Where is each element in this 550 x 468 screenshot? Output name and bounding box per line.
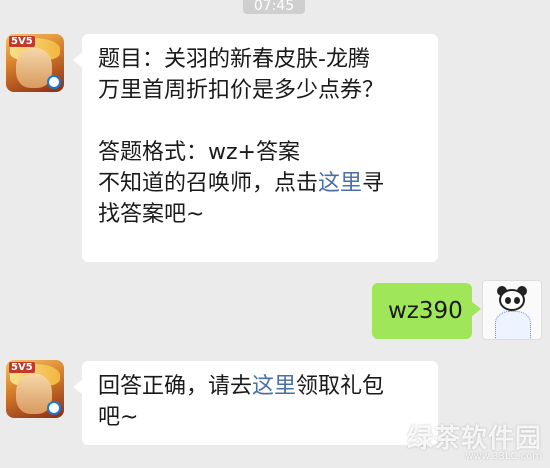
message-line: 吧~ [98,405,139,430]
message-text: 回答正确，请去 [98,374,253,399]
message-bubble-reply[interactable]: 回答正确，请去这里领取礼包 吧~ [73,361,438,445]
watermark: 绿茶软件园 www.33LC.com [407,418,542,462]
timestamp: 07:45 [243,0,305,14]
message-line: 回答正确，请去这里领取礼包 [98,371,422,402]
avatar-badge: 5V5 [9,36,35,47]
answer-link[interactable]: 这里 [318,171,362,196]
panda-eye-icon [514,297,520,304]
message-line: 不知道的召唤师，点击这里寻 [98,168,422,199]
sender-avatar[interactable]: 5V5 [6,34,64,92]
message-bubble-answer[interactable]: wz390 [372,283,481,339]
user-avatar[interactable] [482,280,542,340]
sender-avatar[interactable]: 5V5 [6,360,64,418]
message-line: 找答案吧~ [98,202,205,227]
gift-link[interactable]: 这里 [252,374,296,399]
watermark-title: 绿茶软件园 [406,424,542,454]
avatar-badge: 5V5 [9,362,35,373]
message-line: 题目：关羽的新春皮肤-龙腾 [98,47,370,72]
message-text: 领取礼包 [296,374,385,399]
message-bubble-question[interactable]: 题目：关羽的新春皮肤-龙腾 万里首周折扣价是多少点券？ 答题格式：wz+答案 不… [73,34,438,262]
tencent-logo-icon [47,401,61,415]
message-line: 答题格式：wz+答案 [98,140,300,165]
message-text: 不知道的召唤师，点击 [98,171,319,196]
message-text: wz390 [388,298,463,324]
message-text: 寻 [362,171,385,196]
panda-body-icon [495,311,531,339]
panda-eye-icon [505,297,511,304]
panda-head-icon [499,289,525,311]
message-line: 万里首周折扣价是多少点券？ [98,78,385,103]
tencent-logo-icon [47,75,61,89]
